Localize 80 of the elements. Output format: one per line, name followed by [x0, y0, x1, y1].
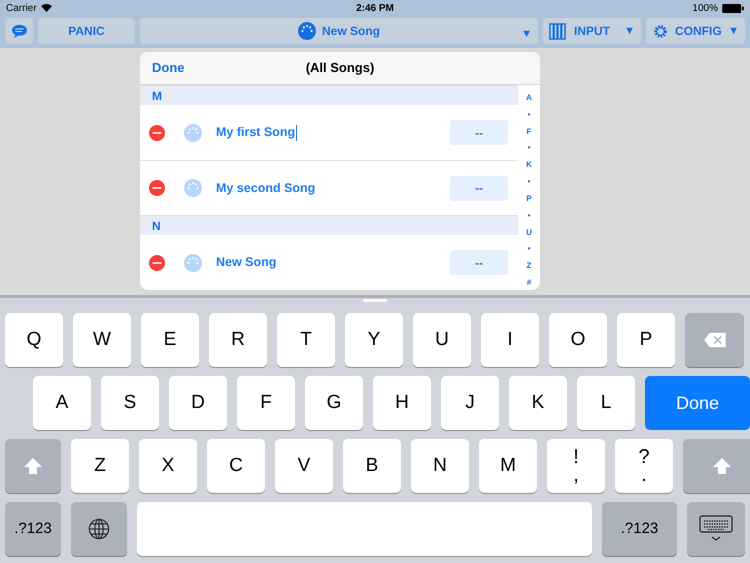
globe-icon — [88, 518, 110, 540]
song-name[interactable]: New Song — [216, 253, 276, 272]
index-letter[interactable]: • — [528, 143, 530, 154]
popover-title: (All Songs) — [306, 59, 374, 78]
key[interactable]: A — [33, 376, 91, 430]
midi-connector-icon — [184, 179, 202, 197]
key[interactable]: X — [139, 439, 197, 493]
key[interactable]: E — [141, 313, 199, 367]
chat-button[interactable] — [5, 18, 33, 44]
shift-icon — [23, 457, 43, 475]
key[interactable]: B — [343, 439, 401, 493]
key[interactable]: N — [411, 439, 469, 493]
numbers-key[interactable]: .?123 — [602, 502, 677, 556]
globe-key[interactable] — [71, 502, 127, 556]
text-cursor — [296, 124, 298, 140]
piano-keys-icon — [549, 22, 566, 40]
index-letter[interactable]: U — [526, 228, 532, 238]
key[interactable]: O — [549, 313, 607, 367]
key[interactable]: K — [509, 376, 567, 430]
index-letter[interactable]: • — [528, 244, 530, 254]
midi-connector-icon — [184, 254, 202, 272]
shift-key[interactable] — [683, 439, 750, 493]
index-letter[interactable]: A — [526, 93, 532, 103]
index-letter[interactable]: • — [528, 110, 530, 120]
delete-icon[interactable] — [149, 254, 165, 270]
key[interactable]: W — [73, 313, 131, 367]
section-header: N — [140, 215, 518, 235]
index-letter[interactable]: • — [528, 177, 530, 188]
key[interactable]: H — [373, 376, 431, 430]
gear-icon — [652, 22, 669, 40]
key[interactable]: ! , — [547, 439, 605, 493]
song-name[interactable]: My second Song — [216, 178, 316, 198]
done-key[interactable]: Done — [645, 376, 750, 430]
dismiss-keyboard-key[interactable] — [687, 502, 745, 556]
key[interactable]: D — [169, 376, 227, 430]
wifi-icon — [40, 4, 52, 12]
index-letter[interactable]: • — [528, 210, 530, 221]
index-letter[interactable]: # — [526, 278, 532, 288]
index-letter[interactable]: K — [526, 160, 532, 170]
key[interactable]: P — [617, 313, 675, 367]
midi-connector-icon — [298, 22, 316, 40]
backspace-key[interactable] — [685, 313, 744, 367]
battery-label: 100% — [692, 2, 718, 16]
index-letter[interactable]: P — [526, 194, 532, 204]
done-button[interactable]: Done — [152, 58, 184, 78]
shift-key[interactable] — [5, 439, 61, 493]
key[interactable]: T — [277, 313, 335, 367]
delete-icon[interactable] — [149, 180, 165, 196]
battery-icon — [722, 4, 744, 12]
key[interactable]: Y — [345, 313, 403, 367]
key[interactable]: J — [441, 376, 499, 430]
section-header: M — [140, 85, 518, 105]
key[interactable]: ? . — [615, 439, 673, 493]
key[interactable]: L — [577, 376, 635, 430]
delete-icon[interactable] — [149, 124, 165, 140]
key[interactable]: S — [101, 376, 159, 430]
key[interactable]: C — [207, 439, 265, 493]
numbers-key[interactable]: .?123 — [5, 502, 61, 556]
speech-bubble-icon — [10, 24, 28, 38]
key[interactable]: M — [479, 439, 537, 493]
backspace-icon — [702, 332, 726, 348]
song-name[interactable]: My first Song — [216, 123, 296, 142]
index-letter[interactable]: F — [526, 126, 532, 137]
midi-connector-icon — [184, 124, 202, 142]
key[interactable]: Q — [5, 313, 63, 367]
index-letter[interactable]: Z — [526, 261, 532, 272]
key[interactable]: G — [305, 376, 363, 430]
key[interactable]: F — [237, 376, 295, 430]
dropdown-arrow: ▼ — [728, 24, 739, 39]
key[interactable]: I — [481, 313, 539, 367]
dropdown-arrow: ▼ — [521, 28, 532, 40]
key[interactable]: U — [413, 313, 471, 367]
dropdown-arrow: ▼ — [624, 24, 635, 39]
keyboard-icon — [699, 515, 733, 543]
status-time: 2:46 PM — [356, 2, 394, 16]
key[interactable]: Z — [71, 439, 129, 493]
carrier-label: Carrier — [6, 2, 37, 16]
shift-icon — [712, 457, 732, 475]
key[interactable]: V — [275, 439, 333, 493]
key[interactable]: R — [209, 313, 267, 367]
